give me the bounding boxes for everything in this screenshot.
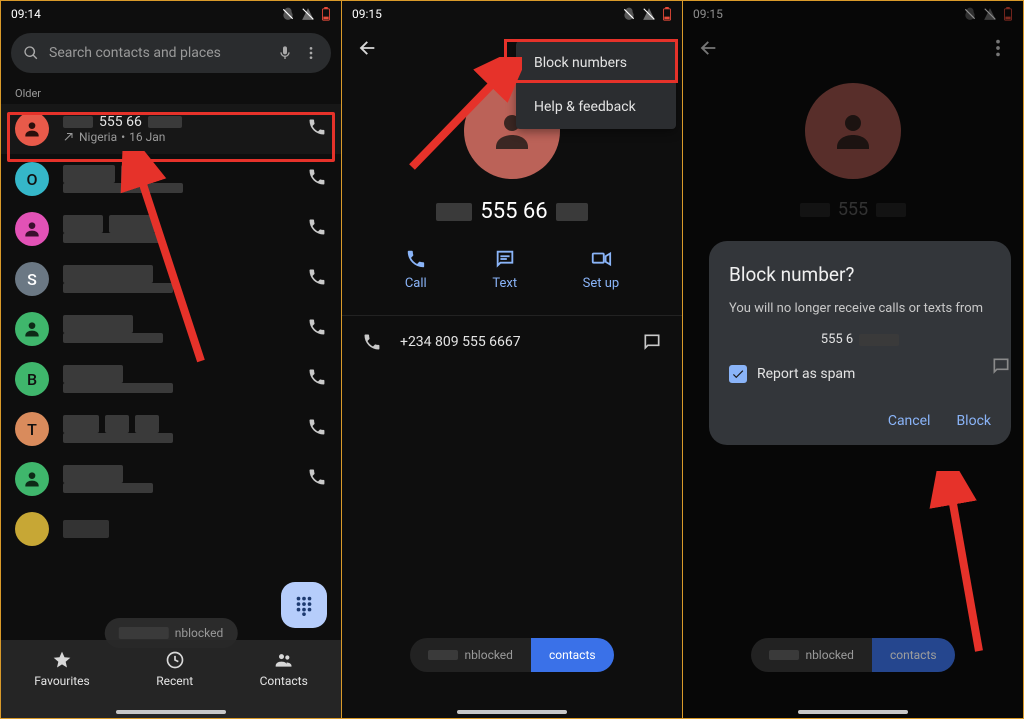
call-button[interactable] (307, 467, 327, 491)
pill-contacts[interactable]: contacts (531, 638, 614, 672)
avatar-letter: S (15, 262, 49, 296)
status-bar: 09:15 (342, 1, 682, 27)
call-row[interactable]: S (1, 254, 341, 304)
overflow-menu: Block numbers Help & feedback (516, 41, 676, 129)
home-indicator[interactable] (116, 710, 226, 714)
message-icon (991, 356, 1011, 380)
battery-icon (321, 7, 331, 21)
avatar-icon (15, 112, 49, 146)
home-indicator[interactable] (457, 710, 567, 714)
bottom-nav: Favourites Recent Contacts (1, 640, 341, 718)
clock: 09:14 (11, 7, 41, 21)
clock: 09:15 (352, 7, 382, 21)
more-icon[interactable] (303, 45, 319, 61)
search-bar[interactable]: Search contacts and places (11, 33, 331, 73)
call-button[interactable] (307, 417, 327, 441)
avatar-icon (15, 462, 49, 496)
toast-unblocked: nblocked (751, 638, 872, 672)
dialog-cancel[interactable]: Cancel (888, 413, 931, 429)
call-row[interactable]: T (1, 404, 341, 454)
search-icon (23, 45, 39, 61)
avatar-letter: O (15, 162, 49, 196)
nav-contacts[interactable]: Contacts (260, 650, 308, 688)
dnd-icon (622, 7, 636, 21)
message-icon[interactable] (642, 332, 662, 352)
detail-number: +234 809 555 6667 (400, 334, 521, 350)
call-button[interactable] (307, 317, 327, 341)
section-older: Older (1, 83, 341, 104)
report-spam-row[interactable]: Report as spam (729, 365, 991, 383)
screen-recent-calls: 09:14 Search contacts and places Older 5… (0, 0, 342, 719)
call-row[interactable] (1, 504, 341, 554)
star-icon (52, 650, 72, 670)
call-row[interactable]: O (1, 154, 341, 204)
search-placeholder: Search contacts and places (49, 45, 267, 61)
call-row[interactable]: B (1, 354, 341, 404)
contact-number: 555 66 (342, 199, 682, 224)
phone-icon (362, 332, 382, 352)
dialpad-fab[interactable] (281, 582, 327, 628)
mic-icon[interactable] (277, 45, 293, 61)
toast-unblocked: nblocked (410, 638, 531, 672)
avatar-icon (15, 212, 49, 246)
avatar-letter: B (15, 362, 49, 396)
contact-actions: Call Text Set up (372, 248, 652, 291)
avatar-letter: T (15, 412, 49, 446)
dialog-block[interactable]: Block (956, 413, 991, 429)
dialog-title: Block number? (729, 263, 991, 286)
call-info: 555 66 Nigeria • 16 Jan (63, 114, 293, 144)
status-bar: 09:14 (1, 1, 341, 27)
signal-icon (301, 7, 315, 21)
people-icon (274, 650, 294, 670)
nav-favourites[interactable]: Favourites (34, 650, 90, 688)
menu-block-numbers[interactable]: Block numbers (516, 41, 676, 85)
battery-icon (662, 7, 672, 21)
menu-help-feedback[interactable]: Help & feedback (516, 85, 676, 129)
call-row[interactable] (1, 204, 341, 254)
outgoing-icon (63, 131, 75, 143)
dialog-number: 555 6 (729, 332, 991, 347)
pill-contacts[interactable]: contacts (872, 638, 955, 672)
bottom-pills: nblocked contacts (342, 638, 682, 672)
clock-icon (165, 650, 185, 670)
call-button[interactable] (307, 367, 327, 391)
signal-icon (642, 7, 656, 21)
action-text[interactable]: Text (492, 248, 517, 291)
screen-contact-menu: 09:15 555 66 Call Text Set up +234 809 5… (342, 0, 683, 719)
detail-phone-row[interactable]: +234 809 555 6667 (342, 315, 682, 368)
call-row-highlighted[interactable]: 555 66 Nigeria • 16 Jan (1, 104, 341, 154)
avatar-letter (15, 512, 49, 546)
action-call[interactable]: Call (405, 248, 427, 291)
nav-recent[interactable]: Recent (156, 650, 193, 688)
call-row[interactable] (1, 304, 341, 354)
home-indicator[interactable] (798, 710, 908, 714)
screen-block-dialog: 09:15 555 Block number? You will no long… (683, 0, 1024, 719)
dialpad-icon (293, 594, 315, 616)
checkbox-checked-icon[interactable] (729, 365, 747, 383)
dialog-body: You will no longer receive calls or text… (729, 300, 991, 318)
action-setup[interactable]: Set up (583, 248, 620, 291)
block-dialog: Block number? You will no longer receive… (709, 241, 1011, 445)
avatar-icon (15, 312, 49, 346)
dnd-icon (281, 7, 295, 21)
call-button[interactable] (307, 167, 327, 191)
call-row[interactable] (1, 454, 341, 504)
call-button[interactable] (307, 117, 327, 141)
call-button[interactable] (307, 267, 327, 291)
bottom-pills: nblocked contacts (683, 638, 1023, 672)
back-button[interactable] (356, 37, 378, 63)
call-button[interactable] (307, 217, 327, 241)
